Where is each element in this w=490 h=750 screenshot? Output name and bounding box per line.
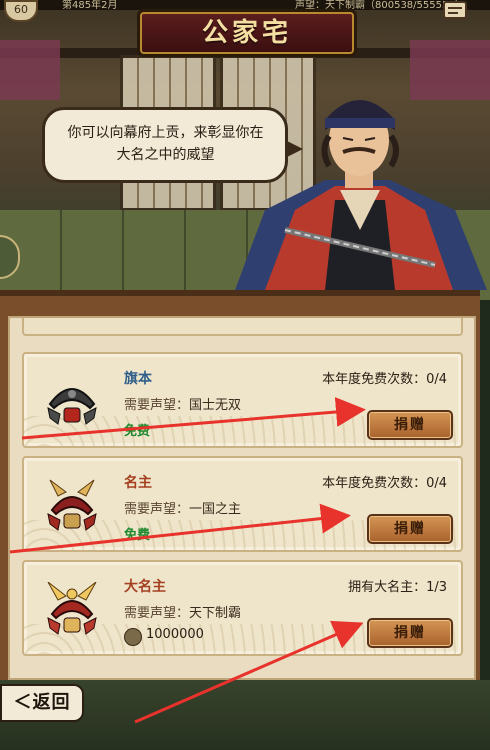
donation-panel: 旗本 需要声望：国士无双 免费 本年度免费次数：0/4 捐赠 名主 需要声望：一…: [0, 290, 480, 692]
card-title: 名主: [124, 475, 152, 491]
coin-icon: [124, 628, 142, 646]
card-stat: 本年度免费次数：0/4: [322, 372, 447, 387]
back-label: ＜返回: [13, 692, 71, 713]
donate-button[interactable]: 捐赠: [367, 410, 453, 440]
gold-red-samurai-helmet-icon: [47, 582, 97, 635]
card-cost: 1000000: [146, 627, 204, 642]
requirement-value: 一国之主: [189, 502, 242, 517]
donation-card-daimyo: 大名主 需要声望：天下制霸 1000000 拥有大名主：1/3 捐赠: [22, 560, 463, 656]
card-title: 大名主: [124, 579, 166, 595]
donate-button[interactable]: 捐赠: [367, 618, 453, 648]
curtain-left: [0, 40, 60, 100]
donation-list[interactable]: 旗本 需要声望：国士无双 免费 本年度免费次数：0/4 捐赠 名主 需要声望：一…: [8, 316, 476, 680]
card-cost: 免费: [124, 424, 151, 439]
card-requirement: 需要声望：天下制霸: [124, 602, 241, 621]
card-stat: 本年度免费次数：0/4: [322, 476, 447, 491]
page-title: 公家宅: [201, 18, 292, 48]
requirement-value: 国士无双: [189, 398, 242, 413]
red-samurai-helmet-icon: [47, 479, 97, 531]
requirement-label: 需要声望：: [124, 606, 190, 621]
level-badge: 60: [4, 0, 38, 22]
donate-button[interactable]: 捐赠: [367, 514, 453, 544]
requirement-label: 需要声望：: [124, 398, 190, 413]
game-date: 第485年2月: [62, 0, 118, 11]
donation-card-nanushi: 名主 需要声望：一国之主 免费 本年度免费次数：0/4 捐赠: [22, 456, 463, 552]
npc-character: [235, 100, 487, 290]
card-title: 旗本: [124, 371, 152, 387]
title-plaque: 公家宅: [140, 12, 354, 54]
card-requirement: 需要声望：国士无双: [124, 394, 241, 413]
back-button[interactable]: ＜返回: [0, 684, 84, 722]
card-stat: 拥有大名主：1/3: [348, 580, 447, 595]
list-item-partial: [22, 318, 463, 336]
requirement-label: 需要声望：: [124, 502, 190, 517]
scroll-icon[interactable]: [440, 0, 472, 24]
requirement-value: 天下制霸: [189, 606, 242, 621]
donation-card-hatamoto: 旗本 需要声望：国士无双 免费 本年度免费次数：0/4 捐赠: [22, 352, 463, 448]
card-cost: 免费: [124, 528, 151, 543]
black-samurai-helmet-icon: [47, 388, 97, 425]
card-requirement: 需要声望：一国之主: [124, 498, 241, 517]
